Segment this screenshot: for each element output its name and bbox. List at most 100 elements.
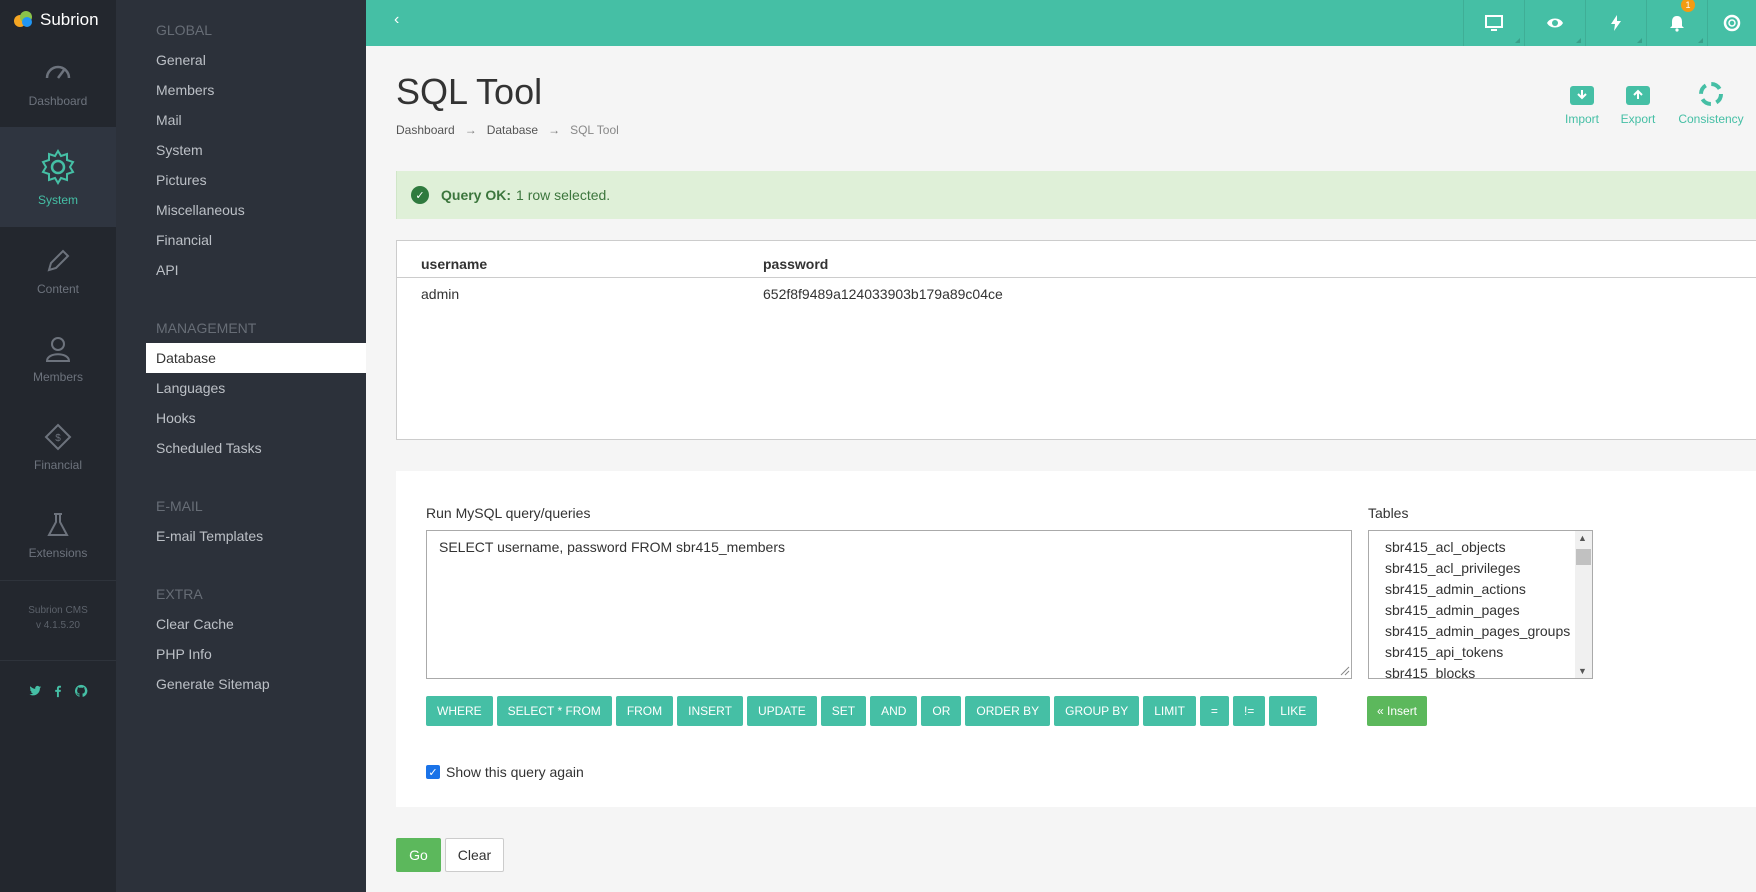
frontend-button[interactable] [1463, 0, 1523, 46]
snippet-group-by-button[interactable]: GROUP BY [1054, 696, 1140, 726]
table-option[interactable]: sbr415_acl_objects [1369, 537, 1592, 558]
sql-query-input[interactable]: SELECT username, password FROM sbr415_me… [426, 530, 1352, 679]
cms-name: Subrion CMS [28, 605, 88, 616]
table-option[interactable]: sbr415_acl_privileges [1369, 558, 1592, 579]
gear-icon [41, 149, 75, 185]
clear-button[interactable]: Clear [445, 838, 504, 872]
snippet-select-from-button[interactable]: SELECT * FROM [496, 696, 612, 726]
snippet-set-button[interactable]: SET [820, 696, 867, 726]
insert-table-button[interactable]: « Insert [1367, 696, 1428, 726]
check-circle-icon: ✓ [411, 186, 429, 204]
checkbox-checked-icon[interactable]: ✓ [426, 765, 440, 779]
import-button[interactable]: Import [1554, 82, 1610, 126]
submenu-item-php-info[interactable]: PHP Info [116, 639, 366, 669]
rail-label: Members [32, 370, 83, 384]
consistency-button[interactable]: Consistency [1666, 82, 1756, 126]
monitor-icon [1484, 15, 1503, 31]
export-button[interactable]: Export [1610, 82, 1666, 126]
snippet-not-equals-button[interactable]: != [1232, 696, 1266, 726]
rail-item-financial[interactable]: $ Financial [0, 403, 116, 491]
snippet-update-button[interactable]: UPDATE [746, 696, 817, 726]
collapse-menu-button[interactable]: ‹ [394, 11, 399, 29]
snippet-order-by-button[interactable]: ORDER BY [965, 696, 1051, 726]
quick-actions-button[interactable] [1585, 0, 1645, 46]
snippet-where-button[interactable]: WHERE [426, 696, 493, 726]
submenu-item-scheduled-tasks[interactable]: Scheduled Tasks [116, 433, 366, 463]
table-option[interactable]: sbr415_blocks [1369, 663, 1592, 678]
column-header-username: username [397, 251, 739, 278]
rail-label: Financial [33, 458, 83, 472]
tables-label: Tables [1368, 505, 1409, 521]
submenu-item-pictures[interactable]: Pictures [116, 165, 366, 195]
rail-label: System [37, 193, 78, 207]
tables-scrollbar[interactable]: ▲ ▼ [1575, 531, 1592, 678]
scroll-down-icon[interactable]: ▼ [1578, 666, 1587, 676]
main-content: SQL Tool Dashboard → Database → SQL Tool… [366, 46, 1756, 892]
page-title: SQL Tool [396, 71, 543, 112]
breadcrumb-dashboard[interactable]: Dashboard [396, 123, 455, 137]
snippet-like-button[interactable]: LIKE [1269, 696, 1318, 726]
submenu-item-email-templates[interactable]: E-mail Templates [116, 521, 366, 551]
scrollbar-thumb[interactable] [1576, 549, 1591, 565]
submenu-item-financial[interactable]: Financial [116, 225, 366, 255]
query-result-table: username password admin 652f8f9489a12403… [396, 240, 1756, 440]
rail-label: Content [36, 282, 80, 296]
snippet-from-button[interactable]: FROM [615, 696, 674, 726]
submenu-item-api[interactable]: API [116, 255, 366, 285]
github-icon[interactable] [74, 684, 88, 698]
bolt-icon [1610, 15, 1621, 31]
table-option[interactable]: sbr415_admin_pages [1369, 600, 1592, 621]
snippet-and-button[interactable]: AND [870, 696, 918, 726]
breadcrumb: Dashboard → Database → SQL Tool [396, 123, 619, 137]
rail-item-dashboard[interactable]: Dashboard [0, 39, 116, 127]
import-icon [1570, 86, 1594, 105]
rail-item-content[interactable]: Content [0, 227, 116, 315]
submenu-item-languages[interactable]: Languages [116, 373, 366, 403]
snippet-limit-button[interactable]: LIMIT [1143, 696, 1196, 726]
pencil-icon [47, 249, 70, 272]
scroll-up-icon[interactable]: ▲ [1578, 533, 1587, 543]
page-actions: Import Export Consistency [1554, 82, 1756, 126]
rail-item-members[interactable]: Members [0, 315, 116, 403]
eye-icon [1546, 18, 1563, 28]
submenu-item-members[interactable]: Members [116, 75, 366, 105]
tables-listbox[interactable]: sbr415_acl_objects sbr415_acl_privileges… [1368, 530, 1593, 679]
submenu-item-clear-cache[interactable]: Clear Cache [116, 609, 366, 639]
help-button[interactable] [1707, 0, 1756, 46]
preview-button[interactable] [1524, 0, 1584, 46]
go-button[interactable]: Go [396, 838, 441, 872]
submenu-heading-global: GLOBAL [156, 22, 213, 38]
table-option[interactable]: sbr415_admin_pages_groups [1369, 621, 1592, 642]
table-option[interactable]: sbr415_admin_actions [1369, 579, 1592, 600]
export-icon [1626, 86, 1650, 105]
app-name: Subrion [40, 9, 99, 29]
notifications-button[interactable]: 1 [1646, 0, 1706, 46]
gauge-icon [45, 65, 71, 79]
svg-text:$: $ [55, 433, 61, 444]
breadcrumb-database[interactable]: Database [487, 123, 538, 137]
flask-icon [47, 513, 69, 536]
table-option[interactable]: sbr415_api_tokens [1369, 642, 1592, 663]
table-row: admin 652f8f9489a124033903b179a89c04ce [397, 278, 1756, 311]
facebook-icon[interactable] [51, 684, 65, 698]
snippet-insert-button[interactable]: INSERT [677, 696, 743, 726]
submenu-item-hooks[interactable]: Hooks [116, 403, 366, 433]
resize-grip-icon[interactable] [1338, 664, 1350, 676]
snippet-or-button[interactable]: OR [921, 696, 962, 726]
show-query-again-checkbox[interactable]: ✓ Show this query again [426, 764, 584, 780]
rail-label: Dashboard [28, 94, 88, 108]
submenu-item-general[interactable]: General [116, 45, 366, 75]
submenu-heading-management: MANAGEMENT [156, 320, 257, 336]
snippet-equals-button[interactable]: = [1199, 696, 1229, 726]
submenu-item-mail[interactable]: Mail [116, 105, 366, 135]
cms-version: v 4.1.5.20 [36, 620, 80, 631]
app-logo[interactable]: Subrion [0, 0, 116, 39]
rail-item-system[interactable]: System [0, 127, 116, 227]
rail-item-extensions[interactable]: Extensions [0, 491, 116, 579]
submenu-item-miscellaneous[interactable]: Miscellaneous [116, 195, 366, 225]
submenu-item-system[interactable]: System [116, 135, 366, 165]
submenu-item-generate-sitemap[interactable]: Generate Sitemap [116, 669, 366, 699]
submenu-item-database[interactable]: Database [146, 343, 366, 373]
twitter-icon[interactable] [28, 684, 42, 698]
lifebuoy-icon [1723, 14, 1741, 32]
